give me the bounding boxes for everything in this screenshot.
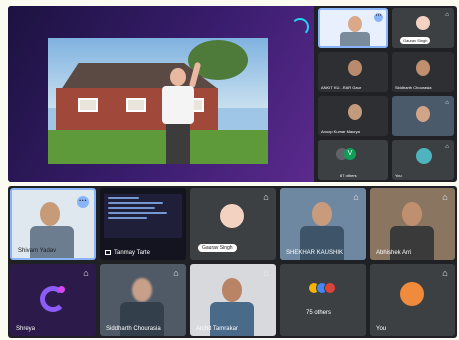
avatar — [400, 282, 424, 306]
participant-name: Archit Tamrakar — [196, 326, 238, 332]
participant-face — [416, 106, 430, 122]
presenter-name: Tanmay Tarte — [114, 250, 150, 256]
mic-off-icon: ⌂ — [445, 144, 449, 150]
participant-tile[interactable]: Anoop Kumar Maurya — [318, 96, 388, 136]
presentation-stage — [8, 6, 314, 182]
participant-name: Siddharth Chourasia — [395, 85, 432, 90]
mic-off-icon: ⌂ — [445, 100, 449, 106]
slide-line — [108, 212, 167, 214]
participant-tile[interactable]: SHEKHAR KAUSHIK ⌂ — [280, 188, 366, 260]
presenter-head — [170, 68, 186, 86]
presenter-shirt — [162, 86, 194, 124]
others-count: 75 others — [306, 310, 332, 316]
avatar-letter: V — [344, 148, 356, 160]
mic-off-icon: ⌂ — [263, 192, 269, 202]
window — [78, 98, 98, 112]
top-meeting-screenshot: ⋯ Gaurav Singh ⌂ ANKIT KU...RAR Gaur Sid… — [8, 6, 457, 182]
participant-name: ANKIT KU...RAR Gaur — [321, 85, 362, 90]
avatar — [220, 204, 244, 228]
participant-face — [40, 202, 60, 226]
participant-face — [416, 60, 430, 76]
participant-name: Shivam Yadav — [18, 248, 57, 254]
participant-face — [222, 278, 242, 302]
slide-line — [108, 202, 163, 204]
brand-logo-dot — [58, 286, 65, 293]
participant-tile[interactable]: ··· Shivam Yadav — [10, 188, 96, 260]
participant-tile[interactable]: Siddharth Chourasia ⌂ — [100, 264, 186, 336]
participant-face — [402, 202, 422, 226]
participant-tile[interactable]: Gaurav Singh ⌂ — [190, 188, 276, 260]
participant-tile[interactable]: Abhishek Arri ⌂ — [370, 188, 455, 260]
presenter-person — [158, 61, 202, 164]
participant-name: Abhishek Arri — [376, 250, 412, 256]
participant-body — [30, 226, 74, 258]
avatar — [324, 282, 336, 294]
self-tile[interactable]: You ⌂ — [392, 140, 454, 180]
participant-face — [132, 278, 152, 302]
participant-name: SHEKHAR KAUSHIK — [286, 250, 344, 256]
participant-name: Siddharth Chourasia — [106, 326, 161, 332]
participant-tile[interactable]: ANKIT KU...RAR Gaur — [318, 52, 388, 92]
window — [126, 98, 146, 112]
avatar — [416, 148, 432, 164]
logo-arc-icon — [291, 18, 309, 36]
participant-face — [348, 104, 362, 120]
shared-video-frame[interactable] — [48, 38, 268, 164]
mic-off-icon: ⌂ — [442, 268, 448, 278]
slide-line — [108, 217, 147, 219]
self-tile[interactable]: You ⌂ — [370, 264, 455, 336]
presenter-legs — [166, 124, 190, 164]
participant-tile[interactable]: Siddharth Chourasia — [392, 52, 454, 92]
present-screen-icon — [105, 250, 111, 255]
participant-tile[interactable]: Shreya ⌂ — [10, 264, 96, 336]
bottom-meeting-screenshot: ··· Shivam Yadav Tanmay Tarte Gaurav Sin… — [8, 186, 457, 338]
others-tile[interactable]: V 67 others — [318, 140, 388, 180]
participant-name: Gaurav Singh — [400, 37, 431, 44]
participant-name: You — [376, 326, 387, 332]
presentation-tile[interactable]: Tanmay Tarte — [100, 188, 186, 260]
slide-line — [108, 197, 140, 199]
mic-off-icon: ⌂ — [445, 12, 449, 18]
mic-off-icon: ⌂ — [263, 268, 269, 278]
more-options-icon[interactable]: ··· — [77, 196, 89, 208]
participant-name: Anoop Kumar Maurya — [321, 129, 360, 134]
participant-face — [312, 202, 332, 226]
participant-tile[interactable]: Archit Tamrakar ⌂ — [190, 264, 276, 336]
mic-off-icon: ⌂ — [173, 268, 179, 278]
more-options-icon[interactable]: ⋯ — [374, 13, 383, 22]
mic-off-icon: ⌂ — [353, 192, 359, 202]
presentation-thumbnail — [104, 194, 182, 238]
slide-line — [108, 207, 155, 209]
mic-off-icon: ⌂ — [83, 268, 89, 278]
participant-face — [348, 60, 362, 76]
participant-tile[interactable]: ⋯ — [318, 8, 388, 48]
participant-tile[interactable]: ⌂ — [392, 96, 454, 136]
mic-off-icon: ⌂ — [442, 192, 448, 202]
participant-tile[interactable]: Gaurav Singh ⌂ — [392, 8, 454, 48]
others-count: 67 others — [340, 173, 357, 178]
participant-face — [348, 16, 362, 32]
others-tile[interactable]: 75 others — [280, 264, 366, 336]
participant-name: Gaurav Singh — [198, 244, 237, 252]
participant-name: Shreya — [16, 326, 36, 332]
participant-body — [340, 32, 370, 46]
avatar — [416, 16, 430, 30]
participant-name: You — [395, 173, 402, 178]
